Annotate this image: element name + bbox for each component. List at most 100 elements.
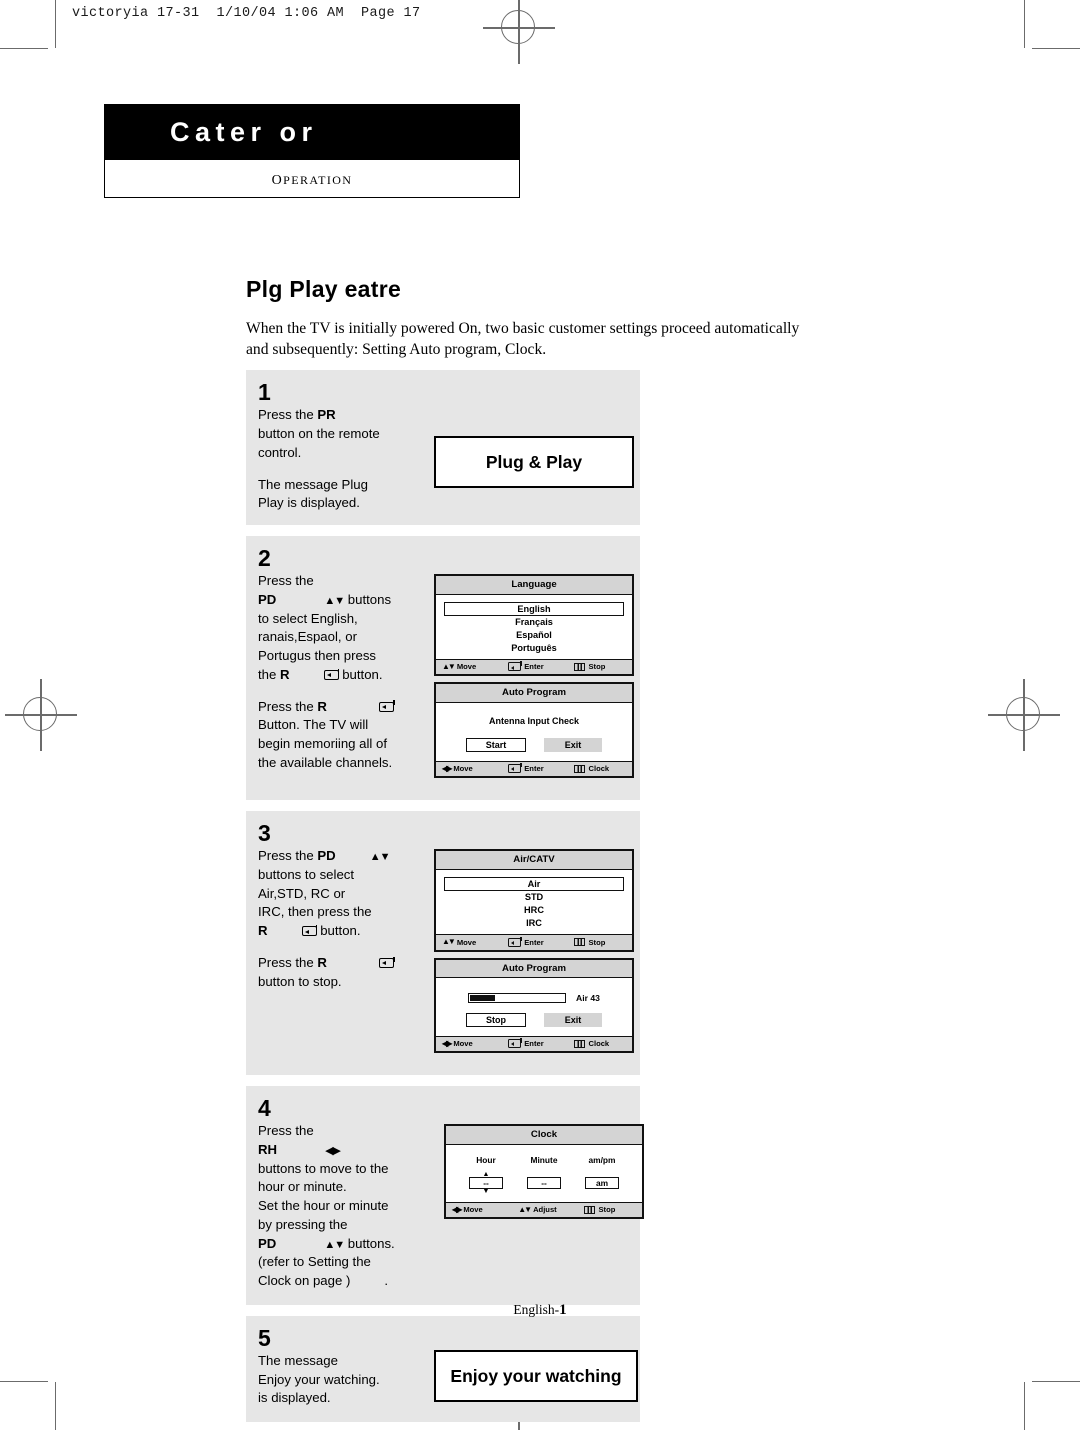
osd-air-catv-title: Air/CATV	[436, 851, 632, 870]
osd-clock-ampm-field[interactable]: am	[585, 1176, 619, 1189]
step-number: 5	[258, 1324, 271, 1351]
spinner-down-icon[interactable]: ▼	[483, 1188, 490, 1195]
osd-clock-minute-field[interactable]: --	[527, 1176, 561, 1189]
step-2-key-r2: R	[317, 698, 327, 714]
osd-start-button[interactable]: Start	[466, 737, 526, 752]
stop-bars-icon	[584, 1205, 596, 1214]
osd-footer-label: Enter	[524, 662, 544, 672]
step-5-line-2: Enjoy your watching.	[258, 1371, 380, 1387]
step-3-line-3: Air,STD, RC or	[258, 885, 346, 901]
step-2-line-5: Portugus then press	[258, 648, 377, 664]
enjoy-watching-message-box: Enjoy your watching	[434, 1350, 638, 1403]
step-4-line-1: Press the	[258, 1123, 314, 1139]
step-1: 1 Press the PR button on the remote cont…	[246, 370, 640, 525]
left-right-arrow-icon: ◀▶	[442, 763, 452, 773]
step-4-line-4: hour or minute.	[258, 1179, 347, 1195]
step-2-line-9: begin memoriing all of	[258, 735, 388, 751]
osd-language-item-francais[interactable]: Français	[444, 616, 624, 629]
enter-key-icon	[301, 924, 318, 937]
osd-footer-label: Enter	[524, 937, 544, 947]
step-5-line-3: is displayed.	[258, 1390, 331, 1406]
osd-auto-program-scan-title: Auto Program	[436, 959, 632, 979]
crop-mark-top-right-vertical	[1024, 0, 1026, 48]
osd-air-catv-item-air[interactable]: Air	[444, 876, 624, 891]
step-1-key-pr: PR	[317, 407, 336, 423]
osd-language-item-portugues[interactable]: Português	[444, 641, 624, 654]
enjoy-watching-message: Enjoy your watching	[450, 1365, 622, 1386]
step-5-line-1: The message	[258, 1353, 338, 1369]
plug-and-play-message: Plug & Play	[485, 451, 583, 472]
osd-clock-header-minute: Minute	[530, 1154, 558, 1165]
page-footer-language: English-	[513, 1302, 560, 1317]
scan-channel-label: Air 43	[576, 993, 600, 1004]
osd-auto-program-start: Auto Program Antenna Input Check Start E…	[434, 682, 634, 779]
osd-air-catv-item-irc[interactable]: IRC	[444, 916, 624, 929]
step-2-text: Press the PD ▲▼ buttons to select English…	[258, 572, 434, 784]
step-4-line-8: (refer to Setting the	[258, 1254, 371, 1270]
enter-key-icon	[323, 668, 340, 680]
osd-clock-footer: ◀▶ Move ▲▼ Adjust Stop	[446, 1201, 642, 1218]
osd-footer-label: Move	[463, 1205, 483, 1215]
enter-key-icon	[508, 763, 522, 774]
osd-stop-button[interactable]: Stop	[466, 1013, 526, 1027]
osd-footer-label: Stop	[598, 1205, 616, 1215]
crop-mark-bottom-left-horizontal	[0, 1381, 48, 1383]
registration-mark-right	[988, 679, 1060, 751]
osd-exit-button[interactable]: Exit	[544, 737, 602, 752]
step-4-line-5: Set the hour or minute	[258, 1198, 389, 1214]
chapter-title-block: Cater or Operation	[104, 104, 520, 198]
enter-key-icon	[378, 956, 395, 968]
osd-footer-label: Clock	[588, 1039, 610, 1049]
osd-language-item-english[interactable]: English	[444, 601, 624, 616]
osd-air-catv-footer: ▲▼ Move Enter Stop	[436, 934, 632, 950]
chapter-subtitle-bar: Operation	[104, 160, 520, 198]
step-3-line-5b: button.	[316, 923, 361, 939]
chapter-title-bar: Cater or	[104, 104, 520, 160]
step-4-line-9: Clock on page )	[258, 1273, 351, 1289]
crop-mark-top-left-horizontal	[0, 48, 48, 50]
osd-auto-program-title: Auto Program	[436, 684, 632, 703]
registration-mark-top	[483, 0, 555, 64]
page-slug: victoryia 17-31 1/10/04 1:06 AM Page 17	[72, 6, 421, 21]
step-3-text: Press the PD ▲▼ buttons to select Air,STD…	[258, 847, 434, 1059]
step-4-key-rh: RH	[258, 1142, 278, 1157]
osd-clock-hour-field[interactable]: --	[469, 1176, 503, 1189]
manual-page: victoryia 17-31 1/10/04 1:06 AM Page 17 …	[0, 0, 1080, 1430]
osd-footer-label: Adjust	[533, 1205, 557, 1215]
step-1-line-1a: Press the	[258, 407, 318, 423]
osd-footer-label: Stop	[588, 662, 606, 672]
osd-exit-button[interactable]: Exit	[544, 1013, 602, 1027]
step-4-line-7b: buttons.	[347, 1235, 395, 1251]
step-2-key-pd: PD	[258, 591, 277, 607]
step-2-key-r: R	[280, 666, 290, 682]
step-2-line-8: Button. The TV will	[258, 717, 369, 733]
step-2-line-6c: button.	[338, 666, 383, 682]
osd-antenna-input-check-note: Antenna Input Check	[488, 715, 579, 726]
osd-air-catv-item-hrc[interactable]: HRC	[444, 903, 624, 916]
step-1-line-4: The message Plug	[258, 476, 368, 492]
step-4-key-pd: PD	[258, 1235, 277, 1251]
step-3-line-4: IRC, then press the	[258, 904, 372, 920]
step-1-text: Press the PR button on the remote contro…	[258, 406, 434, 513]
step-2-line-1: Press the	[258, 573, 314, 589]
stop-bars-icon	[574, 662, 586, 671]
up-down-arrow-icon: ▲▼	[442, 661, 456, 671]
osd-clock-header-ampm: am/pm	[588, 1154, 616, 1165]
page-footer: English-1	[0, 1302, 1080, 1319]
step-4-text: Press the RH ◀▶ buttons to move to the ho…	[258, 1122, 444, 1291]
step-2-line-3: to select English,	[258, 610, 358, 626]
step-2-line-2c: buttons	[347, 591, 392, 607]
chapter-title: Cater or	[170, 116, 318, 147]
chapter-subtitle: Operation	[271, 167, 353, 189]
osd-language-item-espanol[interactable]: Español	[444, 628, 624, 641]
step-number: 3	[258, 820, 271, 847]
step-3-line-6a: Press the	[258, 954, 318, 970]
section-heading: Plg Play eatre	[246, 276, 402, 302]
osd-air-catv-item-std[interactable]: STD	[444, 891, 624, 904]
osd-footer-label: Enter	[524, 764, 544, 774]
step-2-line-4: ranais,Espaol, or	[258, 629, 357, 645]
enter-key-icon	[508, 1038, 522, 1049]
registration-mark-left	[5, 679, 77, 751]
step-4-line-10: .	[384, 1273, 389, 1289]
step-3-line-2: buttons to select	[258, 866, 355, 882]
